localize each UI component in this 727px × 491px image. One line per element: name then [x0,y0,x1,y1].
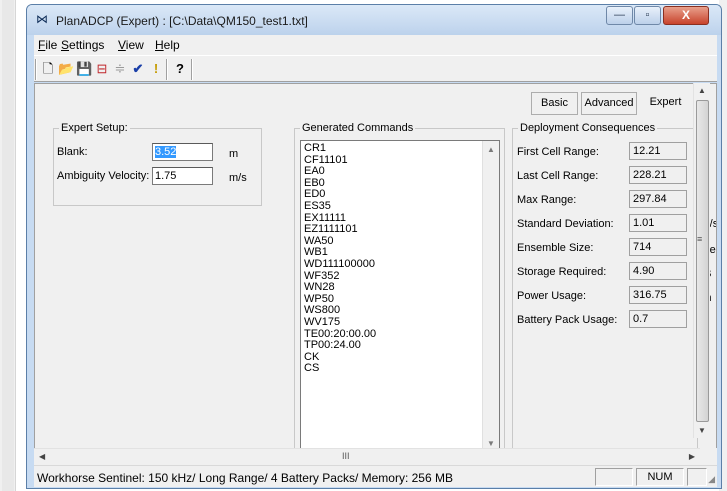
vertical-scroll-thumb[interactable] [696,100,709,422]
command-line: TP00:24.00 [304,339,361,352]
commands-icon[interactable]: ≑ [112,61,128,77]
advanced-button[interactable]: Advanced [581,92,637,115]
scroll-down-icon[interactable]: ▼ [698,426,706,435]
consequence-label: Last Cell Range: [517,170,599,182]
consequence-label: Standard Deviation: [517,218,614,230]
blank-unit: m [229,148,239,160]
scrollbar-corner [700,448,717,465]
consequence-label: Storage Required: [517,266,607,278]
expert-setup-title: Expert Setup: [59,122,130,134]
new-file-icon[interactable]: 🗋 [40,61,56,77]
menu-view-label: iew [125,38,144,52]
command-line: CR1 [304,142,327,154]
consequence-value: 714 [629,238,687,256]
window-title: PlanADCP (Expert) : [C:\Data\QM150_test1… [56,14,308,28]
command-line: CS [304,362,320,375]
desktop: ⋈ PlanADCP (Expert) : [C:\Data\QM150_tes… [0,0,727,491]
check-icon[interactable]: ✔ [130,61,146,77]
scroll-up-icon[interactable]: ▲ [487,145,495,154]
blank-value: 3.52 [155,146,177,158]
consequence-label: First Cell Range: [517,146,599,158]
command-line: WD111100000 [304,257,375,270]
blank-input[interactable]: 3.52 [152,143,213,161]
deployment-icon[interactable]: ⊟ [94,61,110,77]
menu-file[interactable]: File [38,38,57,52]
scroll-grip-icon: III [342,451,350,461]
toolbar: 🗋 📂 💾 ⊟ ≑ ✔ ! ? [34,55,717,82]
ambiguity-velocity-label: Ambiguity Velocity: [57,170,150,182]
horizontal-scrollbar[interactable]: ◀ III ▶ [34,448,700,465]
command-line: ES35 [304,199,331,212]
command-line: WN28 [304,281,335,294]
num-lock-indicator: NUM [636,468,684,486]
maximize-button[interactable]: ▫ [634,6,661,25]
deployment-consequences-title: Deployment Consequences [518,122,658,134]
menu-file-label: ile [45,38,58,52]
menu-help-mnemonic: H [155,38,164,52]
blank-label: Blank: [57,146,88,158]
status-bar: Workhorse Sentinel: 150 kHz/ Long Range/… [34,465,717,487]
consequence-value: 297.84 [629,190,687,208]
menu-view-mnemonic: V [118,38,126,52]
consequence-label: Battery Pack Usage: [517,314,618,326]
menu-settings-label: ettings [69,38,105,52]
consequence-value: 4.90 [629,262,687,280]
planadcp-window: ⋈ PlanADCP (Expert) : [C:\Data\QM150_tes… [26,4,722,489]
status-pane-empty [687,468,707,486]
main-panel: Basic Advanced Expert Expert Setup: Blan… [34,83,717,453]
open-folder-icon[interactable]: 📂 [58,61,74,77]
consequence-value: 12.21 [629,142,687,160]
scroll-right-icon[interactable]: ▶ [689,452,695,461]
menu-settings-mnemonic: S [61,38,70,52]
menu-help[interactable]: Help [155,38,180,52]
commands-scrollbar[interactable]: ▲ ▼ [482,141,499,452]
consequence-label: Max Range: [517,194,577,206]
status-text: Workhorse Sentinel: 150 kHz/ Long Range/… [37,471,453,485]
menu-view[interactable]: View [118,38,144,52]
consequence-value: 228.21 [629,166,687,184]
title-bar[interactable]: ⋈ PlanADCP (Expert) : [C:\Data\QM150_tes… [27,5,721,35]
vertical-scrollbar[interactable]: ▲ ≡ ▼ [693,83,710,438]
toolbar-separator [166,59,168,80]
scroll-left-icon[interactable]: ◀ [39,452,45,461]
consequence-value: 316.75 [629,286,687,304]
toolbar-separator [191,59,193,80]
background-window-scrollbar [0,0,16,491]
scroll-up-icon[interactable]: ▲ [698,86,706,95]
close-button[interactable]: X [663,6,709,25]
warning-icon[interactable]: ! [148,61,164,77]
ambiguity-velocity-input[interactable]: 1.75 [152,167,213,185]
expert-mode-label[interactable]: Expert [639,92,692,115]
ambiguity-velocity-unit: m/s [229,172,247,184]
basic-button[interactable]: Basic [531,92,578,115]
resize-grip-icon[interactable]: ◢ [708,474,715,485]
command-line: EZ1111101 [304,223,358,236]
commands-list: CR1 CF11101 EA0 EB0 ED0 ES35 EX11111 EZ1111101 W… [304,142,376,375]
command-line: WV175 [304,315,341,328]
consequence-value: 1.01 [629,214,687,232]
menu-bar: File Settings View Help [34,35,717,55]
menu-settings[interactable]: Settings [61,38,104,52]
menu-help-label: elp [163,38,180,52]
toolbar-separator [35,59,37,80]
help-icon[interactable]: ? [172,61,188,77]
generated-commands-title: Generated Commands [300,122,416,134]
commands-listbox[interactable]: CR1 CF11101 EA0 EB0 ED0 ES35 EX11111 EZ1111101 W… [300,140,500,452]
consequence-label: Power Usage: [517,290,587,302]
consequence-label: Ensemble Size: [517,242,594,254]
consequence-value: 0.7 [629,310,687,328]
save-icon[interactable]: 💾 [76,61,92,77]
minimize-button[interactable]: — [606,6,633,25]
app-icon: ⋈ [36,12,48,26]
scroll-down-icon[interactable]: ▼ [487,439,495,448]
status-pane-empty [595,468,633,486]
scroll-grip-icon: ≡ [697,234,703,244]
